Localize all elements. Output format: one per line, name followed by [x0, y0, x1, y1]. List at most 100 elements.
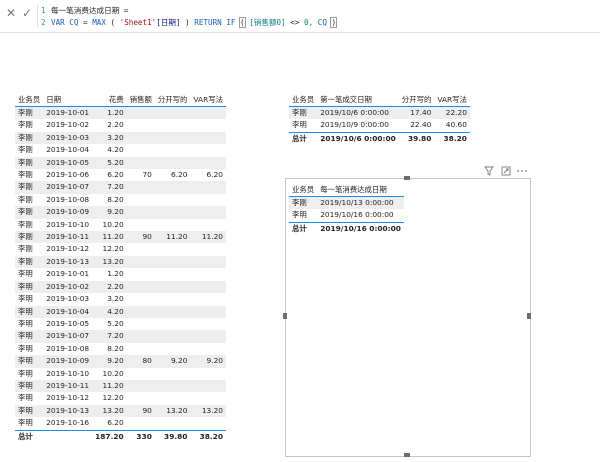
paren: ( [110, 18, 116, 27]
table-cell: 7.20 [92, 330, 127, 343]
table-row[interactable]: 李刚 2019/10/6 0:00:00 17.40 22.20 [289, 106, 470, 120]
table-cell: 6.20 [206, 170, 223, 180]
formula-line-2[interactable]: 2 VAR CQ = MAX ( 'Sheet1'[日期] ) RETURN IF… [41, 17, 337, 28]
col-header-cost[interactable]: 花费 [92, 92, 127, 107]
table-cell [126, 255, 155, 269]
table-row[interactable]: 李明 2019-10-07 7.20 [15, 330, 226, 343]
table-row[interactable]: 李明 2019-10-12 12.20 [15, 392, 226, 404]
first-deal-table[interactable]: 业务员 第一笔成交日期 分开写的 VAR写法 李刚 2019/10/6 0:00:… [289, 92, 470, 146]
col-header-first-deal-date[interactable]: 第一笔成交日期 [317, 92, 399, 107]
filter-icon[interactable] [484, 166, 494, 178]
col-header-sales[interactable]: 销售额 [126, 92, 155, 107]
table-cell [190, 156, 226, 170]
table-row[interactable]: 李刚 2019-10-06 6.20 70 6.20 6.20 [15, 169, 226, 181]
formula-line-1[interactable]: 1 每一笔消费达成日期 = [41, 5, 129, 16]
cancel-icon[interactable]: ✕ [4, 6, 18, 20]
table-cell: 2019-10-13 [43, 255, 93, 269]
detail-table[interactable]: 业务员 日期 花费 销售额 分开写的 VAR写法 李刚 2019-10-01 1.2… [15, 92, 226, 444]
table-cell [126, 305, 155, 318]
col-header-var[interactable]: VAR写法 [190, 92, 226, 107]
table-cell: 2019-10-11 [43, 231, 93, 244]
table-cell [127, 293, 155, 305]
table-row[interactable]: 李刚 2019-10-13 13.20 [15, 255, 226, 269]
resize-handle-bottom[interactable] [404, 453, 410, 457]
table-row[interactable]: 李明 2019/10/16 0:00:00 [289, 209, 404, 222]
table-row[interactable]: 李刚 2019-10-04 4.20 [15, 144, 226, 156]
total-row[interactable]: 总计 2019/10/16 0:00:00 [289, 221, 404, 236]
table-cell [126, 156, 155, 170]
table-row[interactable]: 李明 2019-10-02 2.20 [15, 280, 226, 294]
table-cell [155, 219, 191, 231]
table-row[interactable]: 李刚 2019/10/13 0:00:00 [289, 196, 404, 210]
table-cell: 22.40 [410, 120, 432, 130]
table-cell [127, 392, 155, 404]
col-header-salesperson[interactable]: 业务员 [15, 92, 44, 107]
table-cell [127, 368, 155, 380]
table-row[interactable]: 李明 2019-10-09 9.20 80 9.20 9.20 [15, 355, 226, 368]
table-row[interactable]: 李刚 2019-10-07 7.20 [15, 181, 226, 194]
table-cell [190, 368, 226, 380]
col-header-salesperson[interactable]: 业务员 [289, 182, 318, 197]
col-header-each-consume-date[interactable]: 每一笔消费达成日期 [317, 182, 404, 197]
table-cell: 李刚 [18, 244, 33, 254]
table-cell: 2019-10-01 [46, 269, 90, 279]
table-cell: 李明 [18, 418, 33, 428]
table-row[interactable]: 李刚 2019-10-05 5.20 [15, 156, 226, 170]
table-cell [190, 144, 226, 156]
table-row[interactable]: 李刚 2019-10-10 10.20 [15, 219, 226, 231]
table-row[interactable]: 李刚 2019-10-02 2.20 [15, 119, 226, 131]
table-cell [154, 106, 191, 120]
table-row[interactable]: 李明 2019-10-04 4.20 [15, 305, 226, 318]
table-row[interactable]: 李刚 2019-10-03 3.20 [15, 131, 226, 145]
table-cell [126, 106, 155, 120]
table-cell [154, 255, 191, 269]
table-row[interactable]: 李明 2019-10-01 1.20 [15, 268, 226, 280]
table-row[interactable]: 李刚 2019-10-09 9.20 [15, 206, 226, 219]
table-row[interactable]: 李明 2019-10-13 13.20 90 13.20 13.20 [15, 404, 226, 418]
resize-handle-left[interactable] [283, 313, 287, 319]
table-row[interactable]: 李刚 2019-10-11 11.20 90 11.20 11.20 [15, 231, 226, 244]
table-row[interactable]: 李明 2019-10-11 11.20 [15, 379, 226, 393]
table-row[interactable]: 李明 2019/10/9 0:00:00 22.40 40.60 [289, 119, 470, 132]
resize-handle-top[interactable] [404, 176, 410, 180]
total-row[interactable]: 总计 2019/10/6 0:00:00 39.80 38.20 [289, 131, 470, 146]
table-cell [154, 280, 191, 294]
table-row[interactable]: 李明 2019-10-03 3.20 [15, 293, 226, 305]
each-consume-date-table[interactable]: 业务员 每一笔消费达成日期 李刚 2019/10/13 0:00:00 李明 2019… [289, 182, 404, 236]
table-cell [190, 119, 226, 131]
table-cell: 李刚 [18, 170, 33, 180]
col-header-separate[interactable]: 分开写的 [154, 92, 191, 107]
table-cell [154, 330, 191, 343]
table-row[interactable]: 李明 2019-10-08 8.20 [15, 343, 226, 355]
table-cell: 李明 [15, 280, 44, 294]
variable-ref: CQ [317, 18, 327, 27]
col-header-salesperson[interactable]: 业务员 [289, 92, 318, 107]
table-cell [126, 181, 155, 194]
more-options-icon[interactable] [516, 166, 528, 178]
table-cell: 2019/10/13 0:00:00 [317, 196, 404, 210]
table-cell: 1.20 [107, 269, 124, 279]
col-header-separate[interactable]: 分开写的 [398, 92, 435, 107]
measure-ref: [销售额0] [249, 18, 286, 27]
col-header-var[interactable]: VAR写法 [434, 92, 470, 107]
table-row[interactable]: 李刚 2019-10-01 1.20 [15, 106, 226, 120]
focus-mode-icon[interactable] [501, 166, 511, 178]
table-cell: 2019-10-10 [46, 219, 90, 229]
table-cell [190, 219, 226, 231]
table-cell: 11.20 [92, 379, 127, 393]
table-row[interactable]: 李明 2019-10-05 5.20 [15, 318, 226, 330]
table-cell [127, 243, 155, 255]
resize-handle-right[interactable] [527, 313, 531, 319]
table-cell: 2019-10-10 [46, 368, 90, 378]
table-cell: 李明 [15, 305, 44, 318]
table-row[interactable]: 李明 2019-10-10 10.20 [15, 368, 226, 380]
total-row[interactable]: 总计 187.20 330 39.80 38.20 [15, 429, 226, 444]
col-header-date[interactable]: 日期 [43, 92, 93, 107]
table-row[interactable]: 李刚 2019-10-12 12.20 [15, 243, 226, 255]
table-cell [154, 131, 191, 145]
table-row[interactable]: 李明 2019-10-16 6.20 [15, 417, 226, 430]
table-row[interactable]: 李刚 2019-10-08 8.20 [15, 194, 226, 206]
table-cell [190, 194, 226, 206]
commit-icon[interactable]: ✓ [20, 6, 34, 20]
table-cell: 2019-10-09 [43, 355, 93, 368]
